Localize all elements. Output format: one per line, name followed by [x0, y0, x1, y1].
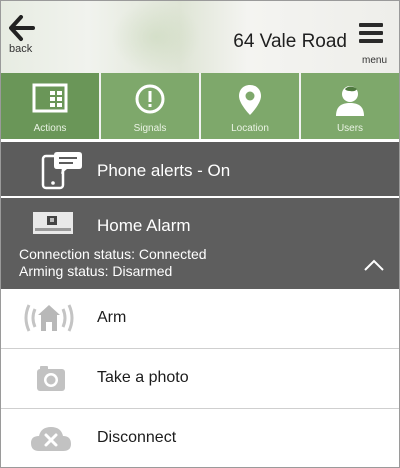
take-photo-action[interactable]: Take a photo [1, 349, 399, 409]
tab-bar: Actions Signals Location Users [1, 73, 399, 139]
alert-circle-icon [135, 84, 165, 114]
menu-button[interactable]: menu [355, 19, 391, 66]
menu-icon [359, 23, 383, 27]
take-photo-label: Take a photo [97, 369, 189, 386]
tab-signals[interactable]: Signals [101, 73, 201, 139]
tab-location[interactable]: Location [201, 73, 301, 139]
tab-actions-label: Actions [33, 123, 67, 134]
arm-label: Arm [97, 309, 127, 326]
chevron-up-icon[interactable] [363, 258, 385, 272]
tab-actions[interactable]: Actions [1, 73, 101, 139]
actions-grid-icon [32, 83, 68, 113]
arming-status: Arming status: Disarmed [19, 263, 173, 279]
alarm-panel-icon [33, 212, 73, 234]
action-list: Arm Take a photo Disconnect [1, 289, 399, 467]
back-label: back [9, 43, 33, 55]
disconnect-label: Disconnect [97, 429, 177, 446]
menu-label: menu [361, 55, 387, 66]
location-pin-icon [239, 85, 261, 115]
app-frame: back 64 Vale Road menu Actions Signals L… [0, 0, 400, 468]
home-alarm-panel: Home Alarm Connection status: Connected … [1, 198, 399, 289]
user-icon [336, 86, 364, 116]
back-button[interactable]: back [9, 15, 53, 65]
device-name: Home Alarm [97, 216, 191, 235]
app-header: back 64 Vale Road menu [1, 1, 399, 73]
tab-signals-label: Signals [133, 123, 167, 134]
phone-alerts-label: Phone alerts - On [97, 161, 231, 180]
back-arrow-icon [9, 15, 35, 41]
tab-users[interactable]: Users [301, 73, 399, 139]
house-signal-icon [24, 304, 74, 332]
phone-message-icon [41, 152, 82, 190]
phone-alerts-row[interactable]: Phone alerts - On [1, 142, 399, 196]
arm-action[interactable]: Arm [1, 289, 399, 349]
tab-users-label: Users [336, 123, 364, 134]
disconnect-action[interactable]: Disconnect [1, 409, 399, 467]
camera-icon [37, 366, 65, 391]
page-title: 64 Vale Road [233, 31, 347, 52]
tab-location-label: Location [231, 123, 269, 134]
cloud-disconnect-icon [31, 427, 71, 451]
connection-status: Connection status: Connected [19, 246, 207, 262]
